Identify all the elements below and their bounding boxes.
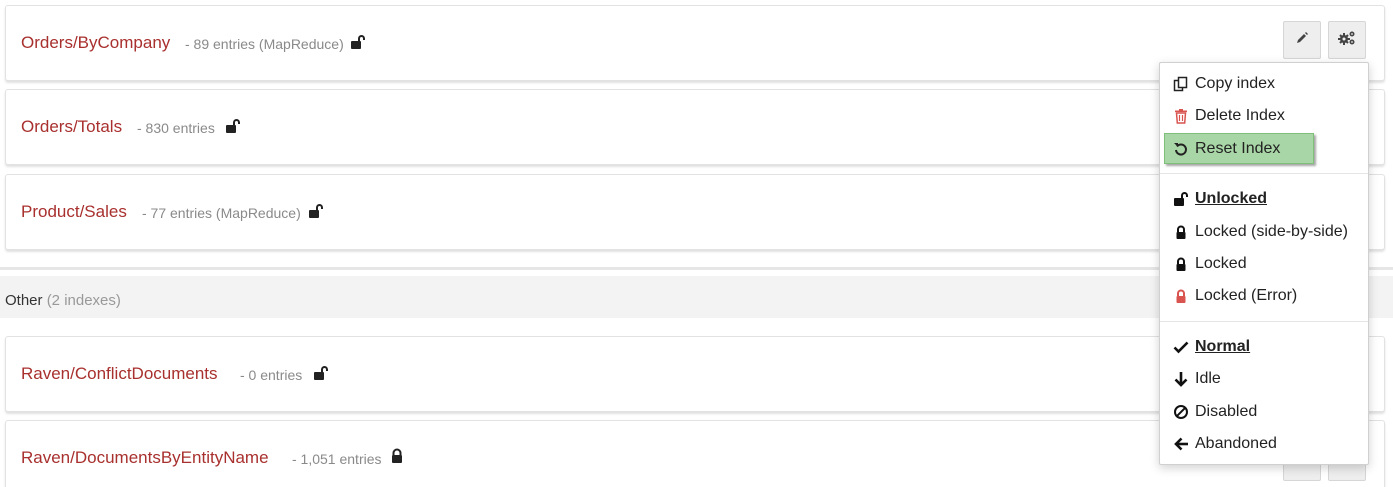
unlocked-icon[interactable] — [313, 365, 329, 381]
unlocked-icon[interactable] — [350, 34, 366, 50]
index-name-link[interactable]: Raven/ConflictDocuments — [21, 364, 218, 384]
ban-icon — [1173, 404, 1189, 420]
unlocked-icon[interactable] — [225, 118, 241, 134]
lock-mode-error-item[interactable]: Locked (Error) — [1160, 282, 1368, 310]
edit-index-button[interactable] — [1283, 21, 1321, 59]
index-entry-count: - 830 entries — [137, 120, 215, 136]
lock-mode-unlocked-item[interactable]: Unlocked — [1160, 185, 1368, 213]
menu-item-label: Copy index — [1195, 75, 1276, 92]
group-index-count: (2 indexes) — [46, 292, 121, 309]
menu-item-label: Locked — [1195, 255, 1247, 272]
index-name-link[interactable]: Raven/DocumentsByEntityName — [21, 448, 269, 468]
indexes-page: Orders/ByCompany - 89 entries (MapReduce… — [0, 0, 1393, 487]
priority-idle-item[interactable]: Idle — [1160, 365, 1368, 393]
delete-index-item[interactable]: Delete Index — [1160, 102, 1368, 130]
menu-item-label: Disabled — [1195, 403, 1258, 420]
check-icon — [1173, 339, 1189, 355]
unlocked-icon[interactable] — [308, 203, 324, 219]
index-entry-count: - 77 entries (MapReduce) — [142, 205, 301, 221]
index-name-link[interactable]: Orders/ByCompany — [21, 33, 170, 53]
index-settings-dropdown: Copy index Delete Index Reset Index Unlo… — [1159, 62, 1369, 465]
reset-index-item[interactable]: Reset Index — [1164, 133, 1314, 164]
reset-icon — [1173, 141, 1189, 157]
locked-icon[interactable] — [389, 448, 405, 464]
copy-index-item[interactable]: Copy index — [1160, 70, 1368, 98]
priority-abandoned-item[interactable]: Abandoned — [1160, 430, 1368, 458]
index-name-link[interactable]: Product/Sales — [21, 202, 127, 222]
arrow-left-icon — [1173, 436, 1189, 452]
trash-icon — [1173, 108, 1189, 124]
index-settings-button[interactable] — [1328, 21, 1366, 59]
menu-item-label: Locked (Error) — [1195, 287, 1298, 304]
menu-item-label: Abandoned — [1195, 435, 1277, 452]
lock-mode-side-by-side-item[interactable]: Locked (side-by-side) — [1160, 218, 1368, 246]
menu-divider — [1160, 321, 1368, 322]
index-entry-count: - 89 entries (MapReduce) — [185, 36, 344, 52]
unlocked-icon — [1173, 191, 1189, 207]
menu-item-label: Normal — [1195, 338, 1251, 355]
lock-icon — [1173, 256, 1189, 272]
group-name: Other — [5, 292, 43, 309]
index-entry-count: - 1,051 entries — [292, 451, 382, 467]
index-name-link[interactable]: Orders/Totals — [21, 117, 122, 137]
lock-icon — [1173, 224, 1189, 240]
menu-item-label: Reset Index — [1195, 140, 1281, 157]
index-entry-count: - 0 entries — [240, 367, 303, 383]
menu-item-label: Idle — [1195, 370, 1221, 387]
menu-item-label: Delete Index — [1195, 107, 1285, 124]
gears-icon — [1338, 30, 1356, 51]
pencil-icon — [1295, 31, 1309, 50]
group-title: Other (2 indexes) — [5, 292, 121, 309]
lock-mode-locked-item[interactable]: Locked — [1160, 250, 1368, 278]
menu-item-label: Unlocked — [1195, 190, 1268, 207]
copy-icon — [1173, 76, 1189, 92]
lock-error-icon — [1173, 288, 1189, 304]
priority-disabled-item[interactable]: Disabled — [1160, 398, 1368, 426]
menu-item-label: Locked (side-by-side) — [1195, 223, 1348, 240]
arrow-down-icon — [1173, 371, 1189, 387]
menu-divider — [1160, 173, 1368, 174]
priority-normal-item[interactable]: Normal — [1160, 333, 1368, 361]
